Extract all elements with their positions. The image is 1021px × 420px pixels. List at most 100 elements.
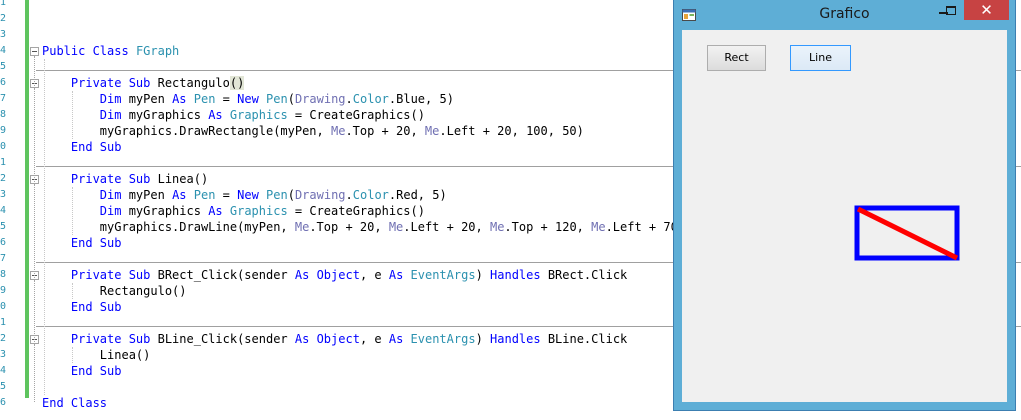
code-token: BRect.Click (547, 268, 628, 282)
code-line: Dim myPen As Pen = New Pen(Drawing.Color… (42, 187, 447, 203)
code-token: BRect_Click(sender (157, 268, 295, 282)
code-token: FGraph (135, 44, 180, 58)
code-token: . (345, 188, 353, 202)
window-titlebar[interactable]: Grafico ✕ (674, 0, 1015, 30)
code-token: Sub (128, 76, 158, 90)
code-token: Drawing (294, 92, 346, 106)
code-token: Private (42, 76, 129, 90)
code-token: Rectangulo (157, 76, 230, 90)
line-number: 2 (0, 13, 7, 24)
code-token: Sub (128, 332, 158, 346)
drawn-line (856, 206, 959, 261)
code-line: myGraphics.DrawLine(myPen, Me.Top + 20, … (42, 219, 685, 235)
code-token: Linea() (157, 172, 209, 186)
code-token: .Red, 5) (388, 188, 447, 202)
code-token: Me (294, 220, 310, 234)
close-icon: ✕ (980, 1, 993, 19)
code-token: Pen (266, 92, 288, 106)
code-token: End (42, 364, 100, 378)
code-token: Me (424, 124, 440, 138)
code-line: Dim myGraphics As Graphics = CreateGraph… (42, 203, 425, 219)
code-token: Me (591, 220, 606, 234)
code-token: .Top + 20, (345, 124, 425, 138)
code-token: Dim (42, 92, 129, 106)
code-token: Object (316, 332, 360, 346)
code-token: Sub (128, 172, 158, 186)
code-token: = CreateGraphics() (287, 108, 425, 122)
code-token: myPen (128, 92, 173, 106)
code-line: Private Sub Rectangulo() (42, 75, 245, 91)
code-token: Linea() (42, 348, 151, 362)
code-line: Private Sub Linea() (42, 171, 208, 187)
code-token: Handles (490, 332, 548, 346)
code-token: As (208, 204, 230, 218)
form-client-area: Rect Line (682, 30, 1007, 402)
line-number: 0 (0, 141, 7, 152)
line-number: 6 (0, 397, 7, 408)
code-token: ) (475, 268, 491, 282)
line-number: 1 (0, 157, 7, 168)
code-token: Sub (99, 236, 122, 250)
fold-guide (34, 56, 35, 402)
code-token: ( (287, 188, 295, 202)
code-token: Object (316, 268, 360, 282)
line-number: 5 (0, 61, 7, 72)
code-line: Private Sub BRect_Click(sender As Object… (42, 267, 627, 283)
code-token: EventArgs (410, 268, 476, 282)
code-token: .Blue, 5) (388, 92, 454, 106)
code-token: Dim (42, 204, 129, 218)
line-number: 0 (0, 301, 7, 312)
line-number: 3 (0, 189, 7, 200)
code-token: Color (352, 92, 389, 106)
code-token: End (42, 396, 71, 410)
drawing-canvas (854, 205, 960, 261)
code-token: As (172, 188, 194, 202)
code-token: Private (42, 172, 129, 186)
code-token: = (215, 92, 238, 106)
code-token: Dim (42, 188, 129, 202)
code-token: Me (388, 220, 404, 234)
code-line: End Sub (42, 235, 122, 251)
code-token: myGraphics (128, 108, 209, 122)
code-token: Graphics (229, 108, 288, 122)
code-token: As (294, 268, 317, 282)
code-token: Pen (266, 188, 288, 202)
code-token: .Left + 20, (403, 220, 490, 234)
code-token: Pen (193, 92, 216, 106)
code-token: Private (42, 268, 129, 282)
form-window-grafico[interactable]: Grafico ✕ Rect Line (674, 0, 1015, 410)
change-tracking-bar (25, 0, 29, 398)
code-token: ( (287, 92, 295, 106)
code-line: myGraphics.DrawRectangle(myPen, Me.Top +… (42, 123, 584, 139)
line-number: 6 (0, 237, 7, 248)
line-number: 9 (0, 285, 7, 296)
code-token: myGraphics (128, 204, 209, 218)
line-number: 1 (0, 0, 7, 8)
indent-guide (72, 283, 73, 299)
indent-guide (44, 59, 45, 395)
code-token: As (172, 92, 194, 106)
line-number: 8 (0, 269, 7, 280)
code-token: As (388, 268, 411, 282)
rect-button[interactable]: Rect (707, 45, 766, 71)
code-token: Class (70, 396, 108, 410)
code-token: New (237, 92, 267, 106)
code-token: , e (359, 332, 389, 346)
code-line: Rectangulo() (42, 283, 187, 299)
line-number: 9 (0, 125, 7, 136)
code-token: Private (42, 332, 129, 346)
code-line: Public Class FGraph (42, 43, 179, 59)
line-number: 5 (0, 221, 7, 232)
code-line: Private Sub BLine_Click(sender As Object… (42, 331, 627, 347)
code-line: End Sub (42, 139, 122, 155)
close-button[interactable]: ✕ (964, 0, 1009, 20)
maximize-button[interactable] (938, 0, 964, 20)
indent-guide (72, 91, 73, 139)
line-number: 7 (0, 253, 7, 264)
code-token: Color (352, 188, 389, 202)
line-number: 4 (0, 365, 7, 376)
line-button[interactable]: Line (790, 45, 851, 71)
code-token: As (388, 332, 411, 346)
collapse-toggle-icon[interactable] (30, 47, 39, 56)
line-number: 2 (0, 333, 7, 344)
